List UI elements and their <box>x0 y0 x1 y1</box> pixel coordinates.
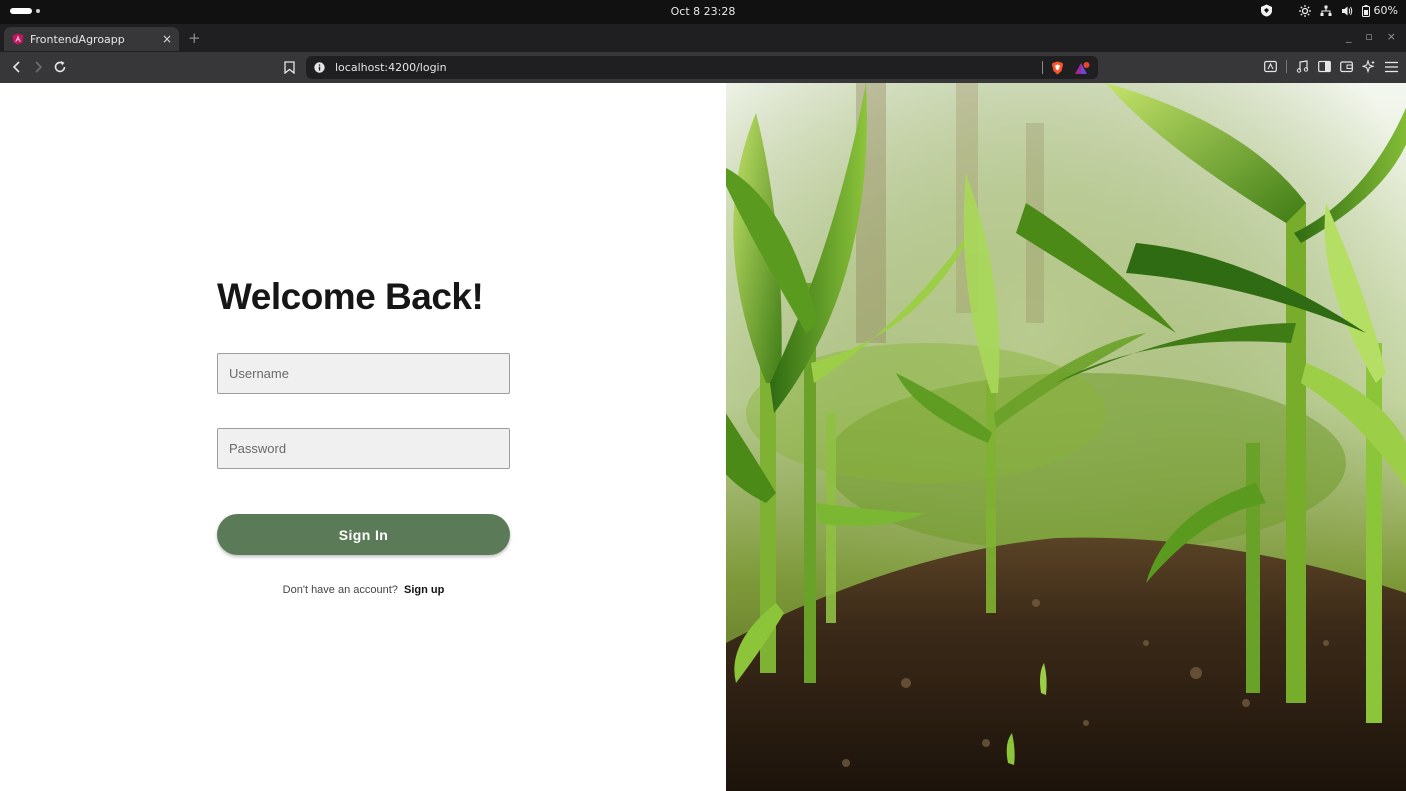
system-tray[interactable]: 60% <box>1260 4 1398 17</box>
battery-percentage: 60% <box>1373 4 1398 17</box>
network-icon[interactable] <box>1320 5 1332 17</box>
reload-icon[interactable] <box>52 59 68 75</box>
login-panel: Welcome Back! Sign In Don't have an acco… <box>0 83 726 791</box>
window-controls: _ ▫ × <box>1346 30 1396 43</box>
bookmark-icon[interactable] <box>284 61 295 74</box>
url-text[interactable]: localhost:4200/login <box>335 61 1042 74</box>
battery-icon[interactable] <box>1361 4 1370 17</box>
signup-prompt: Don't have an account? Sign up <box>217 584 510 596</box>
angular-favicon-icon <box>12 33 24 45</box>
username-input[interactable] <box>217 353 510 394</box>
corn-field-illustration <box>726 83 1406 791</box>
menu-icon[interactable] <box>1385 61 1398 73</box>
corn-field-image <box>726 83 1406 791</box>
system-clock[interactable]: Oct 8 23:28 <box>0 5 1406 18</box>
sidebar-icon[interactable] <box>1318 60 1331 73</box>
volume-icon[interactable] <box>1341 5 1353 17</box>
restore-icon[interactable]: ▫ <box>1365 30 1372 43</box>
brightness-icon[interactable] <box>1298 4 1311 17</box>
forward-icon[interactable] <box>30 59 46 75</box>
browser-tab[interactable]: FrontendAgroapp × <box>4 27 179 51</box>
reader-mode-icon[interactable] <box>1264 60 1277 73</box>
tab-close-icon[interactable]: × <box>159 32 175 46</box>
address-bar[interactable]: localhost:4200/login <box>306 56 1098 79</box>
no-account-text: Don't have an account? <box>282 584 398 596</box>
sign-in-button[interactable]: Sign In <box>217 514 510 555</box>
toolbar-right-tools <box>1264 60 1398 73</box>
sign-up-link[interactable]: Sign up <box>404 584 444 596</box>
os-top-bar: Oct 8 23:28 60% <box>0 0 1406 24</box>
back-icon[interactable] <box>9 59 25 75</box>
site-info-icon[interactable] <box>314 62 325 73</box>
media-icon[interactable] <box>1296 60 1309 73</box>
leo-ai-icon[interactable] <box>1362 60 1376 73</box>
urlbar-separator <box>1042 61 1043 74</box>
shield-status-icon[interactable] <box>1260 4 1273 17</box>
page-title: Welcome Back! <box>217 276 484 317</box>
tab-strip: FrontendAgroapp × + _ ▫ × <box>0 24 1406 52</box>
minimize-icon[interactable]: _ <box>1346 30 1352 43</box>
new-tab-button[interactable]: + <box>188 29 201 47</box>
close-window-icon[interactable]: × <box>1387 30 1396 43</box>
password-input[interactable] <box>217 428 510 469</box>
browser-toolbar: localhost:4200/login <box>0 52 1406 83</box>
brave-shield-icon[interactable] <box>1051 61 1064 75</box>
tab-title: FrontendAgroapp <box>30 32 125 46</box>
page-content: Welcome Back! Sign In Don't have an acco… <box>0 83 1406 791</box>
brave-rewards-icon[interactable] <box>1074 61 1090 75</box>
wallet-icon[interactable] <box>1340 60 1353 73</box>
